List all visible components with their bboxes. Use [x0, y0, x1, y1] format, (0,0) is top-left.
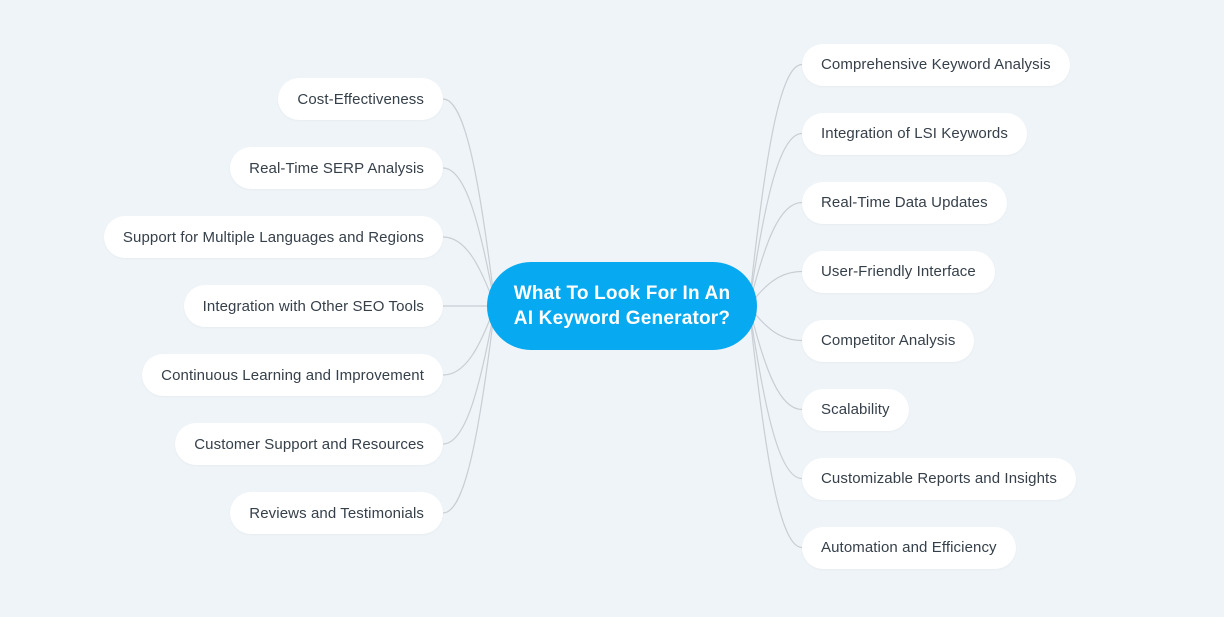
branch-node-left-1[interactable]: Cost-Effectiveness	[278, 78, 443, 120]
branch-node-label: Automation and Efficiency	[821, 539, 997, 556]
central-topic-line-2: AI Keyword Generator?	[513, 308, 731, 329]
branch-node-label: Support for Multiple Languages and Regio…	[122, 228, 424, 246]
connector-right-6	[748, 305, 803, 411]
branch-node-label: Continuous Learning and Improvement	[161, 366, 424, 384]
branch-node-right-5[interactable]: Competitor Analysis	[802, 319, 975, 362]
branch-node-left-7[interactable]: Reviews and Testimonials	[230, 492, 443, 534]
central-topic-node[interactable]: What To Look For In An AI Keyword Genera…	[487, 262, 757, 350]
mind-map-canvas: What To Look For In An AI Keyword Genera…	[0, 0, 1224, 617]
branch-node-label: Comprehensive Keyword Analysis	[821, 56, 1051, 73]
connector-right-1	[748, 63, 803, 307]
connector-right-4	[748, 270, 803, 307]
branch-node-right-3[interactable]: Real-Time Data Updates	[802, 181, 1007, 224]
connector-right-3	[748, 201, 803, 307]
branch-node-right-2[interactable]: Integration of LSI Keywords	[802, 112, 1027, 155]
branch-node-label: Integration of LSI Keywords	[821, 125, 1008, 142]
connector-right-8	[748, 305, 803, 549]
branch-node-left-4[interactable]: Integration with Other SEO Tools	[183, 285, 443, 327]
branch-node-label: Competitor Analysis	[821, 332, 956, 349]
connector-right-5	[748, 305, 803, 342]
branch-node-label: Integration with Other SEO Tools	[202, 297, 424, 315]
branch-node-label: Reviews and Testimonials	[249, 504, 424, 522]
branch-node-label: Scalability	[821, 401, 890, 418]
branch-node-label: Real-Time SERP Analysis	[249, 159, 424, 177]
branch-node-left-6[interactable]: Customer Support and Resources	[175, 423, 443, 465]
connector-right-2	[748, 132, 803, 307]
branch-node-left-5[interactable]: Continuous Learning and Improvement	[142, 354, 443, 396]
branch-node-right-7[interactable]: Customizable Reports and Insights	[802, 457, 1076, 500]
connector-left-2	[442, 167, 496, 307]
central-topic-line-1: What To Look For In An	[513, 282, 731, 304]
branch-node-left-2[interactable]: Real-Time SERP Analysis	[230, 147, 443, 189]
branch-node-right-1[interactable]: Comprehensive Keyword Analysis	[802, 43, 1070, 86]
connector-left-7	[442, 305, 496, 514]
branch-node-right-6[interactable]: Scalability	[802, 388, 909, 431]
branch-node-label: Customizable Reports and Insights	[821, 470, 1057, 487]
branch-node-left-3[interactable]: Support for Multiple Languages and Regio…	[103, 216, 443, 258]
connector-left-6	[442, 305, 496, 445]
branch-node-label: User-Friendly Interface	[821, 263, 976, 280]
branch-node-label: Customer Support and Resources	[194, 435, 424, 453]
branch-node-label: Cost-Effectiveness	[297, 90, 424, 108]
branch-node-right-4[interactable]: User-Friendly Interface	[802, 250, 995, 293]
branch-node-label: Real-Time Data Updates	[821, 194, 988, 211]
branch-node-right-8[interactable]: Automation and Efficiency	[802, 526, 1016, 569]
connector-left-5	[442, 305, 496, 376]
connector-right-7	[748, 305, 803, 480]
connector-left-1	[442, 98, 496, 307]
